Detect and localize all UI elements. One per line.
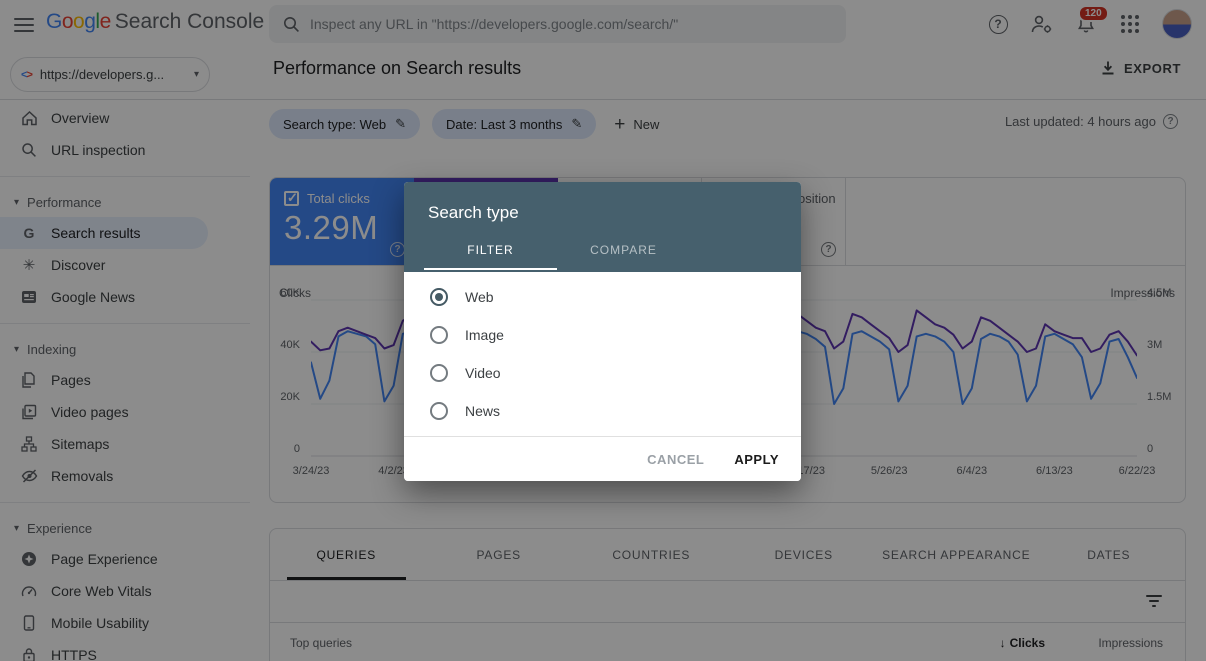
radio-label: Web [465, 289, 494, 305]
dialog-tab-label: FILTER [467, 243, 513, 257]
radio-option-video[interactable]: Video [404, 354, 801, 392]
radio-label: News [465, 403, 500, 419]
radio-icon [430, 402, 448, 420]
radio-label: Image [465, 327, 504, 343]
apply-button[interactable]: APPLY [734, 452, 779, 467]
radio-icon [430, 326, 448, 344]
dialog-tab-label: COMPARE [590, 243, 657, 257]
radio-option-news[interactable]: News [404, 392, 801, 430]
radio-option-image[interactable]: Image [404, 316, 801, 354]
dialog-tab-filter[interactable]: FILTER [424, 232, 557, 270]
radio-icon [430, 364, 448, 382]
search-type-dialog: Search type FILTER COMPARE Web Image Vid… [404, 182, 801, 481]
radio-option-web[interactable]: Web [404, 278, 801, 316]
radio-label: Video [465, 365, 501, 381]
dialog-header: Search type FILTER COMPARE [404, 182, 801, 272]
dialog-body: Web Image Video News [404, 272, 801, 436]
dialog-footer: CANCEL APPLY [404, 436, 801, 481]
dialog-title: Search type [404, 182, 801, 223]
dialog-tabs: FILTER COMPARE [404, 232, 801, 270]
cancel-button[interactable]: CANCEL [647, 452, 704, 467]
radio-selected-icon [430, 288, 448, 306]
dialog-tab-compare[interactable]: COMPARE [557, 232, 690, 270]
